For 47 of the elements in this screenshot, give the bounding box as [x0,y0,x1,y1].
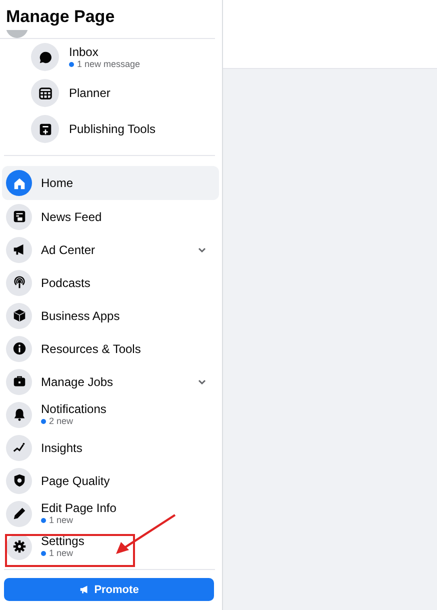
nav-item[interactable]: Page Quality [2,464,219,497]
nav-label: Page Quality [41,474,111,488]
tool-item[interactable]: Inbox [69,44,222,58]
nav-item[interactable]: Home [2,166,219,200]
podcast-icon [12,275,26,290]
nav-item[interactable]: Edit Page Info 1 new [2,497,219,530]
nav-label: Edit Page Info [41,501,118,515]
megaphone-icon [79,584,90,595]
megaphone-icon [12,242,26,257]
nav-label: Resources & Tools [41,342,142,356]
nav-item[interactable]: Ad Center [2,233,219,266]
speech-bubble-icon [38,50,52,64]
bell-icon [12,407,26,422]
news-feed-icon [12,209,26,224]
pencil-icon [12,506,26,521]
cube-icon [12,308,26,323]
nav-item[interactable]: Manage Jobs [2,365,219,398]
nav-item[interactable]: Notifications 2 new [2,398,219,431]
notification-count: 1 new message [69,58,222,70]
notification-count: 2 new [41,416,213,427]
nav-item[interactable]: Resources & Tools [2,332,219,365]
nav-label: Home [41,176,74,190]
nav-item[interactable]: Business Apps [2,299,219,332]
notification-count: 1 new [41,515,213,526]
tool-item[interactable]: Planner [69,86,222,100]
list-plus-icon [38,122,52,136]
nav-label: Notifications [41,402,108,416]
home-icon [12,176,26,190]
nav-label: Manage Jobs [41,374,114,388]
nav-label: Podcasts [41,276,92,290]
shield-icon [12,473,26,488]
nav-label: Settings [41,534,86,548]
briefcase-icon [12,374,26,389]
nav-item[interactable]: Settings 1 new [2,530,219,563]
nav-item[interactable]: News Feed [2,200,219,233]
promote-button[interactable]: Promote [4,578,214,601]
nav-label: Insights [41,440,84,454]
nav-item[interactable]: Podcasts [2,266,219,299]
info-icon [12,341,26,356]
nav-label: News Feed [41,210,103,224]
gear-icon [12,539,26,554]
notification-count: 1 new [41,548,213,559]
tool-item[interactable]: Publishing Tools [69,122,222,136]
nav-label: Business Apps [41,308,121,322]
calendar-grid-icon [38,86,52,100]
nav-label: Ad Center [41,242,96,256]
nav-item[interactable]: Insights [2,431,219,464]
